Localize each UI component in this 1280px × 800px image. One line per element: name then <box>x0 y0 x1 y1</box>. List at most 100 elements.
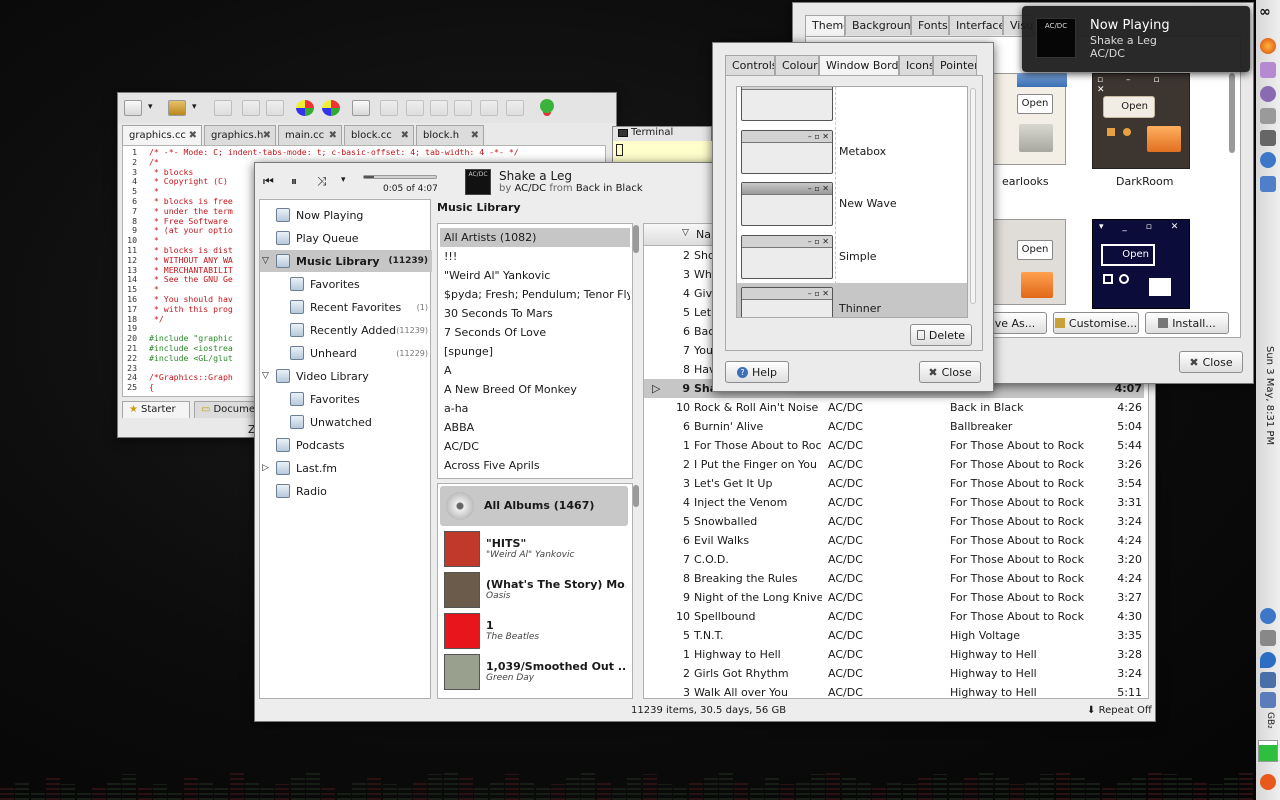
table-row[interactable]: 4 Inject the Venom AC/DC For Those About to… <box>644 493 1144 512</box>
artist-row[interactable]: Across Five Aprils <box>440 456 630 475</box>
sidebar-item[interactable]: Favorites <box>260 273 432 295</box>
close-icon[interactable]: ✖ <box>263 126 271 145</box>
artist-row[interactable]: $pyda; Fresh; Pendulum; Tenor Fly <box>440 285 630 304</box>
pidgin-icon[interactable] <box>1260 62 1276 78</box>
details-tab[interactable]: Pointer <box>933 55 977 75</box>
window-border-item[interactable] <box>737 87 967 125</box>
expander-icon[interactable]: ▽ <box>262 256 269 266</box>
table-row[interactable]: 3 Walk All over You AC/DC Highway to Hell 5:… <box>644 683 1144 698</box>
palette-icon[interactable] <box>322 100 340 116</box>
help-button[interactable]: ? Help <box>725 361 789 383</box>
details-tab[interactable]: Colours <box>775 55 819 75</box>
mail-icon[interactable] <box>1260 630 1276 646</box>
artists-scrollbar[interactable] <box>633 225 639 253</box>
albums-scrollbar[interactable] <box>633 485 639 507</box>
panel-clock[interactable]: Sun 3 May, 8:31 PM <box>1259 346 1275 445</box>
install-button[interactable]: Install... <box>1145 312 1229 334</box>
table-row[interactable]: 10 Spellbound AC/DC For Those About to Rock… <box>644 607 1144 626</box>
undo-button[interactable] <box>242 100 260 116</box>
appearance-tab[interactable]: Fonts <box>911 15 949 35</box>
table-row[interactable]: 6 Burnin' Alive AC/DC Ballbreaker 5:04 <box>644 417 1144 436</box>
theme-preview-row2-b[interactable]: ▾ _ ▫ ✕ Open <box>1092 219 1190 309</box>
album-row[interactable]: 1 The Beatles <box>440 610 628 651</box>
artist-row[interactable]: "Weird Al" Yankovic <box>440 266 630 285</box>
shuffle-icon[interactable]: ⤨ <box>317 174 327 189</box>
palette-icon[interactable] <box>296 100 314 116</box>
artist-row[interactable]: [spunge] <box>440 342 630 361</box>
artist-row[interactable]: AC/DC <box>440 437 630 456</box>
delete-button[interactable]: Delete <box>910 324 972 346</box>
window-border-item[interactable]: – ▫ ✕ New Wave <box>737 178 967 230</box>
album-row[interactable]: (What's The Story) Mo... Oasis <box>440 569 628 610</box>
table-row[interactable]: 2 Girls Got Rhythm AC/DC Highway to Hell 3:2… <box>644 664 1144 683</box>
save-button[interactable] <box>214 100 232 116</box>
artist-row[interactable]: A New Breed Of Monkey <box>440 380 630 399</box>
sidebar-item[interactable]: Favorites <box>260 388 432 410</box>
close-icon[interactable]: ✖ <box>329 126 337 145</box>
table-row[interactable]: 7 C.O.D. AC/DC For Those About to Rock ... 3… <box>644 550 1144 569</box>
expander-icon[interactable]: ▽ <box>262 371 269 381</box>
firefox-icon[interactable] <box>1260 38 1276 54</box>
artist-row[interactable]: 30 Seconds To Mars <box>440 304 630 323</box>
workspace-icon[interactable] <box>1260 176 1276 192</box>
editor-tab[interactable]: main.cc ✖ <box>278 125 342 145</box>
artist-row[interactable]: a-ha <box>440 399 630 418</box>
pause-button[interactable] <box>506 100 524 116</box>
details-tab[interactable]: Icons <box>899 55 933 75</box>
debug-icon[interactable] <box>540 99 554 113</box>
table-row[interactable]: 5 T.N.T. AC/DC High Voltage 3:35 <box>644 626 1144 645</box>
table-row[interactable]: 8 Breaking the Rules AC/DC For Those About … <box>644 569 1144 588</box>
redo-button[interactable] <box>266 100 284 116</box>
album-row[interactable]: "HITS" "Weird Al" Yankovic <box>440 528 628 569</box>
sidebar-item[interactable]: ▽ Music Library (11239) <box>260 250 432 272</box>
build-settings-button[interactable] <box>352 100 370 116</box>
document-icon[interactable] <box>1260 108 1276 124</box>
help-icon[interactable] <box>1260 86 1276 102</box>
sidebar-item[interactable]: Unwatched <box>260 411 432 433</box>
editor-tab[interactable]: block.h ✖ <box>416 125 484 145</box>
new-file-button[interactable] <box>124 100 142 116</box>
details-tab[interactable]: Window Border <box>819 55 899 76</box>
album-row[interactable]: 1,039/Smoothed Out ... Green Day <box>440 651 628 692</box>
ubuntu-icon[interactable] <box>1260 774 1276 790</box>
artist-row[interactable]: !!! <box>440 247 630 266</box>
sidebar-item[interactable]: Unheard (11229) <box>260 342 432 364</box>
terminal-label[interactable]: Terminal <box>631 127 673 138</box>
customise-button[interactable]: Customise... <box>1053 312 1139 334</box>
bluetooth-icon[interactable] <box>1260 152 1276 168</box>
sidebar-item[interactable]: Now Playing <box>260 204 432 226</box>
now-playing-notification[interactable]: AC/DC Now Playing Shake a Leg AC/DC <box>1022 6 1250 72</box>
sidebar-item[interactable]: ▷ Last.fm <box>260 457 432 479</box>
table-row[interactable]: 1 Highway to Hell AC/DC Highway to Hell 3:28 <box>644 645 1144 664</box>
chevron-down-icon[interactable]: ▾ <box>148 102 153 112</box>
table-row[interactable]: 2 I Put the Finger on You AC/DC For Those A… <box>644 455 1144 474</box>
table-row[interactable]: 10 Rock & Roll Ain't Noise P... AC/DC Back … <box>644 398 1144 417</box>
theme-preview-darkroom[interactable]: ▫ – ▫ ✕ Open <box>1092 73 1190 169</box>
run-button[interactable] <box>380 100 398 116</box>
bluetooth-icon[interactable] <box>1260 608 1276 624</box>
sidebar-item[interactable]: Radio <box>260 480 432 502</box>
border-list-scrollbar[interactable] <box>970 88 976 304</box>
previous-icon[interactable]: ⏮ <box>263 174 274 189</box>
network-icon[interactable] <box>1260 692 1276 708</box>
continue-button[interactable] <box>480 100 498 116</box>
close-icon[interactable]: ✖ <box>471 126 479 145</box>
step-over-button[interactable] <box>454 100 472 116</box>
step-out-button[interactable] <box>430 100 448 116</box>
table-row[interactable]: 9 Night of the Long Knives AC/DC For Those … <box>644 588 1144 607</box>
theme-scrollbar[interactable] <box>1229 73 1235 153</box>
sidebar-item[interactable]: Recently Added (11239) <box>260 319 432 341</box>
sidebar-item[interactable]: Play Queue <box>260 227 432 249</box>
editor-tab[interactable]: graphics.cc ✖ <box>122 125 202 146</box>
sort-chevron-icon[interactable]: ▽ <box>682 228 689 238</box>
expander-icon[interactable]: ▷ <box>262 463 269 473</box>
details-close-button[interactable]: ✖ Close <box>919 361 981 383</box>
table-row[interactable]: 5 Snowballed AC/DC For Those About to Rock … <box>644 512 1144 531</box>
artist-row[interactable]: All Artists (1082) <box>440 228 630 247</box>
window-border-item[interactable]: – ▫ ✕ Simple <box>737 231 967 283</box>
seek-slider[interactable] <box>363 175 437 179</box>
sidebar-item[interactable]: Podcasts <box>260 434 432 456</box>
panel-glasses-icon[interactable]: ∞ <box>1259 4 1271 20</box>
water-drop-icon[interactable] <box>1260 652 1276 668</box>
table-row[interactable]: 1 For Those About to Rock... AC/DC For Thos… <box>644 436 1144 455</box>
